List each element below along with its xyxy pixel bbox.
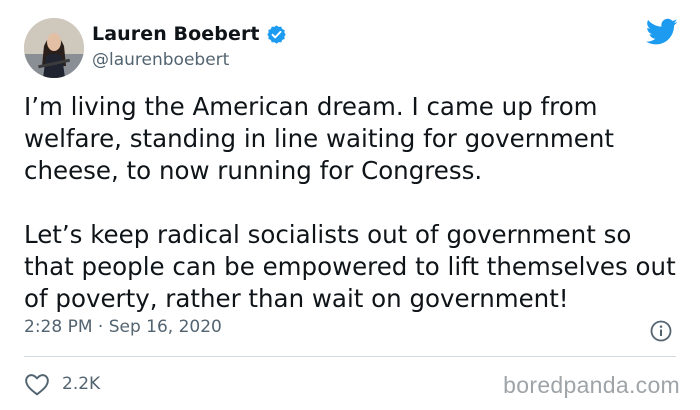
- tweet-card: Lauren Boebert @laurenboebert I’m living…: [0, 0, 700, 410]
- author-display-name[interactable]: Lauren Boebert: [92, 23, 260, 45]
- watermark: boredpanda.com: [503, 372, 680, 398]
- twitter-bird-icon[interactable]: [645, 18, 678, 46]
- author-handle[interactable]: @laurenboebert: [92, 50, 229, 70]
- avatar[interactable]: [24, 18, 84, 78]
- tweet-paragraph: Let’s keep radical socialists out of gov…: [24, 220, 676, 313]
- heart-icon[interactable]: [24, 372, 50, 396]
- like-count: 2.2K: [62, 374, 101, 394]
- author-name-row: Lauren Boebert: [92, 20, 287, 48]
- tweet-text: I’m living the American dream. I came up…: [24, 91, 684, 315]
- tweet-timestamp[interactable]: 2:28 PM · Sep 16, 2020: [24, 317, 222, 337]
- tweet-paragraph: I’m living the American dream. I came up…: [24, 92, 614, 185]
- verified-badge-icon: [266, 24, 287, 45]
- divider: [24, 356, 676, 357]
- info-icon[interactable]: [650, 320, 672, 342]
- like-button[interactable]: 2.2K: [24, 370, 100, 398]
